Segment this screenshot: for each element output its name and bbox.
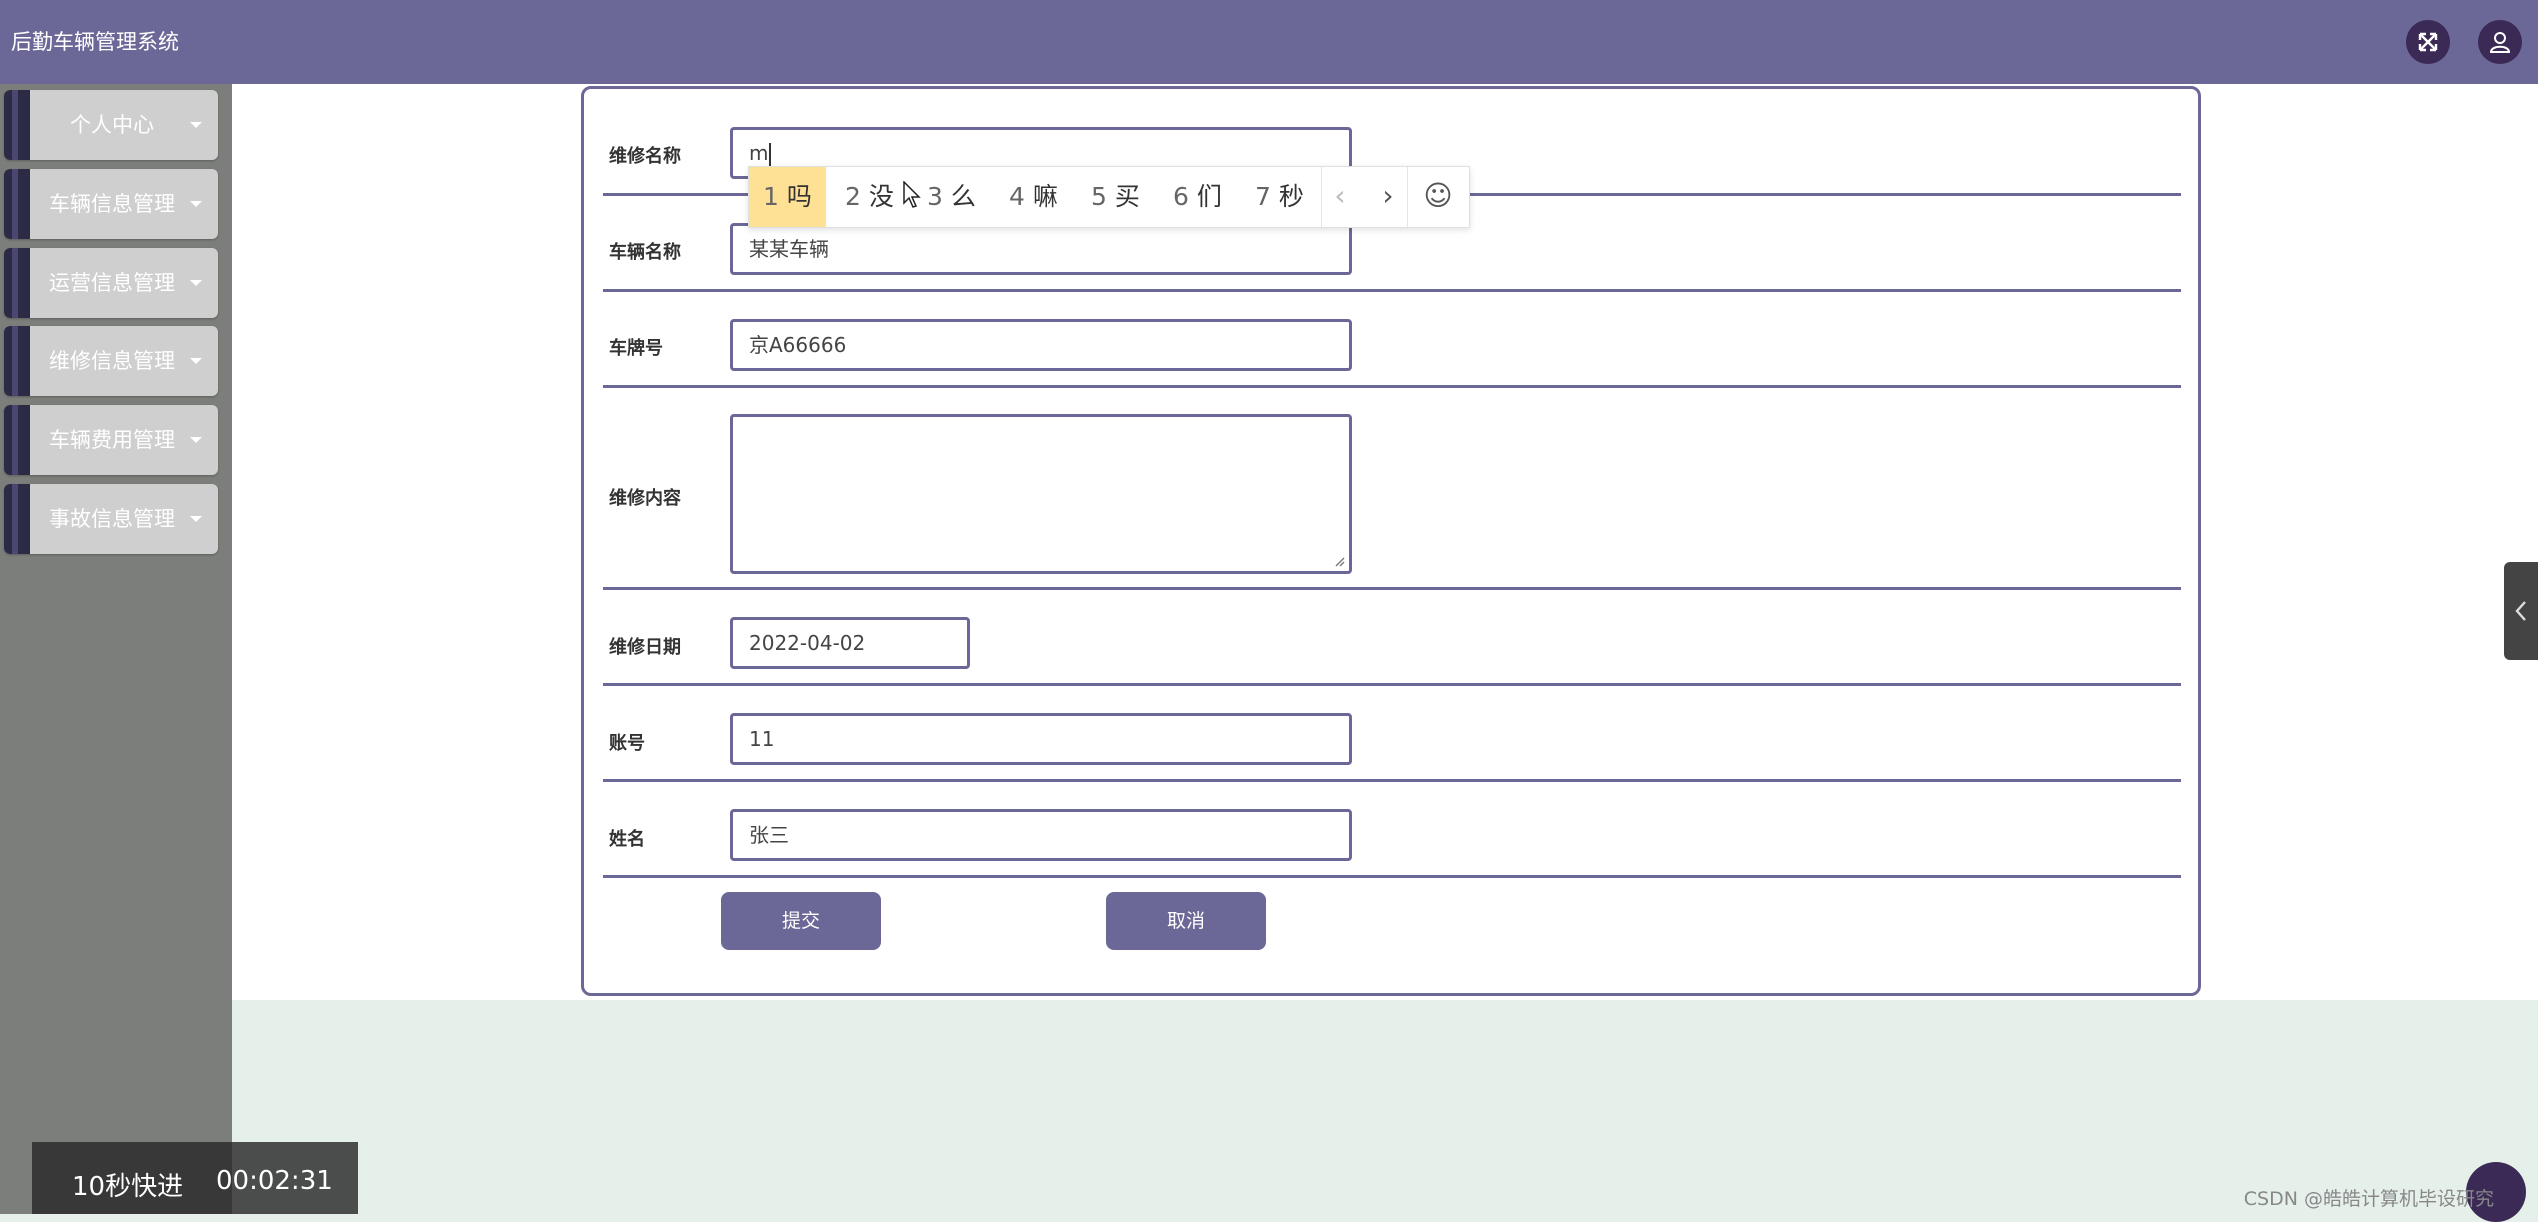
ime-prev-icon[interactable]: ‹ <box>1325 167 1355 227</box>
menu-accent <box>4 90 30 160</box>
sidebar-item-personal-center[interactable]: 个人中心 <box>4 90 218 160</box>
ime-separator <box>1321 167 1322 227</box>
watermark: CSDN @皓皓计算机毕设研究 <box>2243 1188 2494 1210</box>
mouse-pointer-icon <box>903 181 921 208</box>
ime-candidate-number: 4 <box>1009 182 1025 211</box>
row-divider <box>603 587 2181 590</box>
ime-candidate[interactable]: 7秒 <box>1255 167 1304 227</box>
ime-candidate-text: 买 <box>1114 182 1140 211</box>
ime-candidate-bar: 1吗 2没 3么 4嘛 5买 6们 7秒 ‹ › ☺ <box>748 166 1470 228</box>
account-label: 账号 <box>609 733 645 754</box>
playback-time: 00:02:31 <box>216 1166 333 1196</box>
repair-content-label: 维修内容 <box>609 488 681 509</box>
user-icon[interactable] <box>2478 20 2522 64</box>
sidebar-item-vehicle-cost[interactable]: 车辆费用管理 <box>4 405 218 475</box>
row-divider <box>603 875 2181 878</box>
ime-candidate-number: 5 <box>1091 182 1107 211</box>
row-divider <box>603 289 2181 292</box>
menu-accent <box>4 169 30 239</box>
ime-candidate[interactable]: 4嘛 <box>1009 167 1058 227</box>
ime-candidate-number: 1 <box>763 182 779 211</box>
sidebar-item-operation-info[interactable]: 运营信息管理 <box>4 248 218 318</box>
name-label: 姓名 <box>609 829 645 850</box>
ime-candidate-text: 没 <box>868 182 894 211</box>
sidebar-item-label: 车辆信息管理 <box>49 192 175 216</box>
ime-candidate-number: 7 <box>1255 182 1271 211</box>
top-bar: 后勤车辆管理系统 <box>0 0 2538 84</box>
ime-candidate-text: 么 <box>950 182 976 211</box>
ime-candidate-number: 3 <box>927 182 943 211</box>
collapse-panel-tab[interactable] <box>2504 562 2538 660</box>
resize-grip-icon[interactable] <box>1333 555 1345 567</box>
app-title: 后勤车辆管理系统 <box>11 30 179 54</box>
caret-down-icon <box>190 516 202 522</box>
sidebar: 个人中心 车辆信息管理 运营信息管理 维修信息管理 车辆费用管理 事故信息管理 <box>0 84 232 1214</box>
repair-name-label: 维修名称 <box>609 146 681 167</box>
ime-candidate-number: 2 <box>845 182 861 211</box>
plate-number-label: 车牌号 <box>609 338 663 359</box>
name-input[interactable]: 张三 <box>730 809 1352 861</box>
sidebar-item-label: 运营信息管理 <box>49 271 175 295</box>
vehicle-name-input[interactable]: 某某车辆 <box>730 223 1352 275</box>
sidebar-item-label: 车辆费用管理 <box>49 428 175 452</box>
account-input[interactable]: 11 <box>730 713 1352 765</box>
text-cursor <box>769 142 772 167</box>
sidebar-item-label: 事故信息管理 <box>49 507 175 531</box>
ime-candidate-text: 们 <box>1196 182 1222 211</box>
caret-down-icon <box>190 122 202 128</box>
caret-down-icon <box>190 201 202 207</box>
sidebar-item-vehicle-info[interactable]: 车辆信息管理 <box>4 169 218 239</box>
repair-date-label: 维修日期 <box>609 637 681 658</box>
ime-candidate[interactable]: 2没 <box>845 167 894 227</box>
cancel-button[interactable]: 取消 <box>1106 892 1266 950</box>
vehicle-name-label: 车辆名称 <box>609 242 681 263</box>
skip-forward-label[interactable]: 10秒快进 <box>72 1166 183 1203</box>
ime-separator <box>1407 167 1408 227</box>
caret-down-icon <box>190 280 202 286</box>
ime-next-icon[interactable]: › <box>1373 167 1403 227</box>
submit-button[interactable]: 提交 <box>721 892 881 950</box>
sidebar-item-label: 维修信息管理 <box>49 349 175 373</box>
sidebar-item-label: 个人中心 <box>70 113 154 137</box>
ime-candidate[interactable]: 5买 <box>1091 167 1140 227</box>
menu-accent <box>4 484 30 554</box>
fullscreen-icon[interactable] <box>2406 20 2450 64</box>
ime-candidate[interactable]: 3么 <box>927 167 976 227</box>
plate-number-input[interactable]: 京A66666 <box>730 319 1352 371</box>
menu-accent <box>4 326 30 396</box>
ime-candidate[interactable]: 1吗 <box>749 167 826 227</box>
repair-content-textarea[interactable] <box>730 414 1352 574</box>
repair-name-value: m <box>749 141 769 165</box>
sidebar-item-maintenance-info[interactable]: 维修信息管理 <box>4 326 218 396</box>
video-skip-overlay: 10秒快进 00:02:31 <box>32 1142 358 1214</box>
caret-down-icon <box>190 437 202 443</box>
ime-candidate-text: 吗 <box>786 182 812 211</box>
ime-candidate-text: 秒 <box>1278 182 1304 211</box>
row-divider <box>603 779 2181 782</box>
row-divider <box>603 683 2181 686</box>
chevron-left-icon <box>2515 601 2526 621</box>
menu-accent <box>4 248 30 318</box>
ime-candidate[interactable]: 6们 <box>1173 167 1222 227</box>
ime-candidate-text: 嘛 <box>1032 182 1058 211</box>
emoji-icon[interactable]: ☺ <box>1423 167 1453 227</box>
ime-candidate-number: 6 <box>1173 182 1189 211</box>
sidebar-item-accident-info[interactable]: 事故信息管理 <box>4 484 218 554</box>
repair-date-input[interactable]: 2022-04-02 <box>730 617 970 669</box>
menu-accent <box>4 405 30 475</box>
row-divider <box>603 385 2181 388</box>
caret-down-icon <box>190 358 202 364</box>
